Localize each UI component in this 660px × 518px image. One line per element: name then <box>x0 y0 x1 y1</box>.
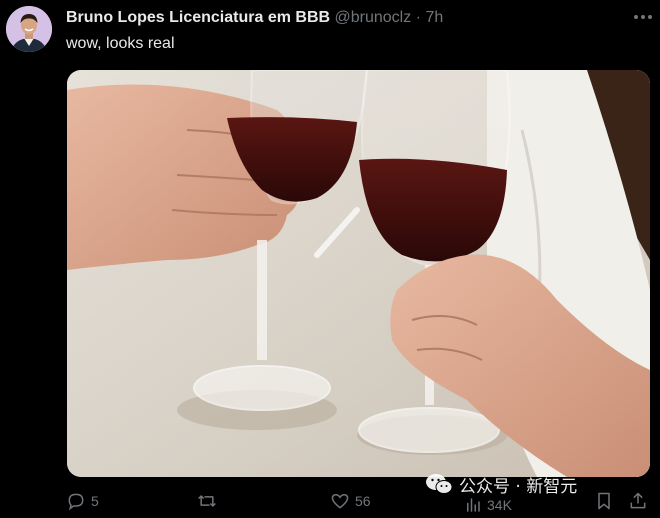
retweet-button[interactable] <box>196 489 218 513</box>
tweet-text: wow, looks real <box>66 35 175 52</box>
like-button[interactable]: 56 <box>330 489 371 513</box>
tweet-media[interactable] <box>67 70 650 477</box>
views-icon <box>467 498 480 512</box>
more-options-button[interactable] <box>632 8 654 26</box>
user-handle[interactable]: @brunoclz <box>335 9 412 26</box>
avatar[interactable] <box>6 6 52 52</box>
more-icon <box>634 15 652 19</box>
views-button[interactable]: 34K <box>464 493 512 517</box>
bookmark-icon <box>598 492 610 510</box>
heart-icon <box>331 493 349 509</box>
share-icon <box>630 492 646 509</box>
reply-count: 5 <box>91 493 99 509</box>
bookmark-button[interactable] <box>594 489 614 513</box>
watermark-text: 公众号 · 新智元 <box>459 476 578 497</box>
tweet-header: Bruno Lopes Licenciatura em BBB @brunocl… <box>66 9 640 31</box>
wine-glasses-photo <box>67 70 650 477</box>
watermark: 公众号 · 新智元 <box>425 472 578 497</box>
display-name[interactable]: Bruno Lopes Licenciatura em BBB <box>66 9 330 26</box>
reply-icon <box>68 493 84 511</box>
wechat-icon <box>426 474 453 494</box>
timestamp[interactable]: 7h <box>425 9 443 26</box>
share-button[interactable] <box>628 489 648 513</box>
like-count: 56 <box>355 493 371 509</box>
avatar-image <box>6 6 52 52</box>
views-count: 34K <box>487 497 512 513</box>
tweet[interactable]: Bruno Lopes Licenciatura em BBB @brunocl… <box>0 0 660 518</box>
retweet-icon <box>198 495 216 507</box>
reply-button[interactable]: 5 <box>66 489 99 513</box>
separator-dot: · <box>415 9 421 26</box>
